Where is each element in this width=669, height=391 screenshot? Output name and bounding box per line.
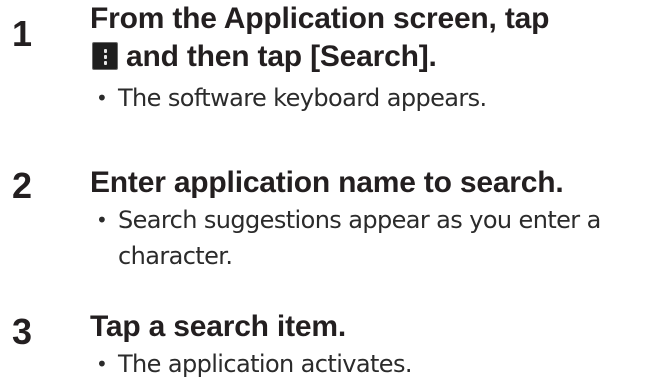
step-note: • The application activates.	[92, 346, 669, 382]
step-content: Enter application name to search. • Sear…	[90, 164, 669, 274]
step-number: 1	[12, 13, 33, 54]
step-title: From the Application screen, tap	[90, 2, 550, 35]
step-content: From the Application screen, tap and the…	[90, 0, 669, 116]
step-title: Tap a search item.	[90, 310, 346, 343]
step-title: Enter application name to search.	[90, 166, 564, 199]
menu-overflow-icon	[92, 42, 118, 70]
step-note-text: Search suggestions appear as you enter a…	[118, 206, 601, 270]
step-note-text: The software keyboard appears.	[118, 84, 487, 112]
bullet: •	[96, 352, 108, 376]
step-note: • Search suggestions appear as you enter…	[92, 202, 669, 274]
step-note-text: The application activates.	[118, 350, 412, 378]
step-content: Tap a search item. • The application act…	[90, 308, 669, 382]
step-title-suffix: and then tap [Search].	[126, 40, 437, 73]
step-title-continued: and then tap [Search].	[90, 38, 669, 76]
bullet: •	[96, 208, 108, 232]
step-number: 3	[12, 311, 33, 352]
step-note: • The software keyboard appears.	[92, 80, 669, 116]
step-number: 2	[12, 165, 33, 206]
bullet: •	[96, 86, 108, 110]
